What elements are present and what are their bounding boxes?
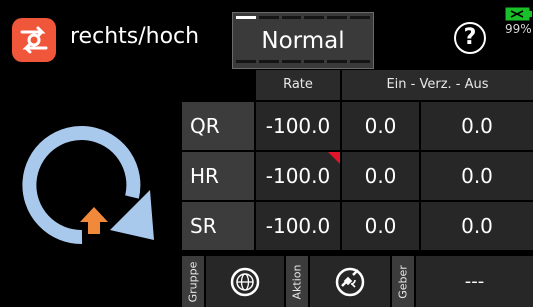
- battery-icon: [505, 7, 532, 21]
- mode-indicator-bottom: [233, 60, 373, 65]
- encoder-label: Geber: [396, 264, 410, 299]
- page-title: rechts/hoch: [70, 24, 200, 49]
- row-label-sr: SR: [182, 202, 254, 250]
- group-button[interactable]: [206, 256, 284, 307]
- encoder-label-box: Geber: [392, 256, 414, 307]
- group-label-box: Gruppe: [182, 256, 204, 307]
- row-label-hr: HR: [182, 152, 254, 200]
- rate-value-sr[interactable]: -100.0: [256, 202, 340, 250]
- header-bar: rechts/hoch Normal ? 99%: [0, 0, 533, 70]
- battery-percent: 99%: [505, 22, 532, 36]
- column-header-ein-verz-aus: Ein - Verz. - Aus: [342, 70, 533, 100]
- help-button[interactable]: ?: [454, 22, 486, 54]
- mode-label: Normal: [261, 28, 345, 54]
- selection-marker: [328, 152, 340, 164]
- action-label-box: Aktion: [286, 256, 308, 307]
- column-header-rate: Rate: [256, 70, 340, 100]
- satellite-icon: [335, 267, 365, 296]
- rate-value-hr[interactable]: -100.0: [256, 152, 340, 200]
- encoder-button[interactable]: ---: [416, 256, 533, 307]
- ein-value-qr[interactable]: 0.0: [342, 102, 419, 150]
- ein-value-sr[interactable]: 0.0: [342, 202, 419, 250]
- row-label-qr: QR: [182, 102, 254, 150]
- action-button[interactable]: [310, 256, 390, 307]
- aus-value-sr[interactable]: 0.0: [421, 202, 533, 250]
- rate-value-hr-text: -100.0: [265, 164, 331, 188]
- aus-value-qr[interactable]: 0.0: [421, 102, 533, 150]
- rate-value-qr[interactable]: -100.0: [256, 102, 340, 150]
- clockwise-rotation-icon: [22, 112, 172, 252]
- group-label: Gruppe: [186, 261, 200, 302]
- aus-value-hr[interactable]: 0.0: [421, 152, 533, 200]
- ein-value-hr[interactable]: 0.0: [342, 152, 419, 200]
- mode-indicator-top: [233, 16, 373, 21]
- servo-swap-icon[interactable]: [12, 18, 56, 62]
- globe-icon: [230, 267, 260, 296]
- bottom-controls: Gruppe Aktion Geber ---: [182, 256, 533, 307]
- action-label: Aktion: [290, 264, 304, 299]
- mode-selector[interactable]: Normal: [232, 12, 374, 69]
